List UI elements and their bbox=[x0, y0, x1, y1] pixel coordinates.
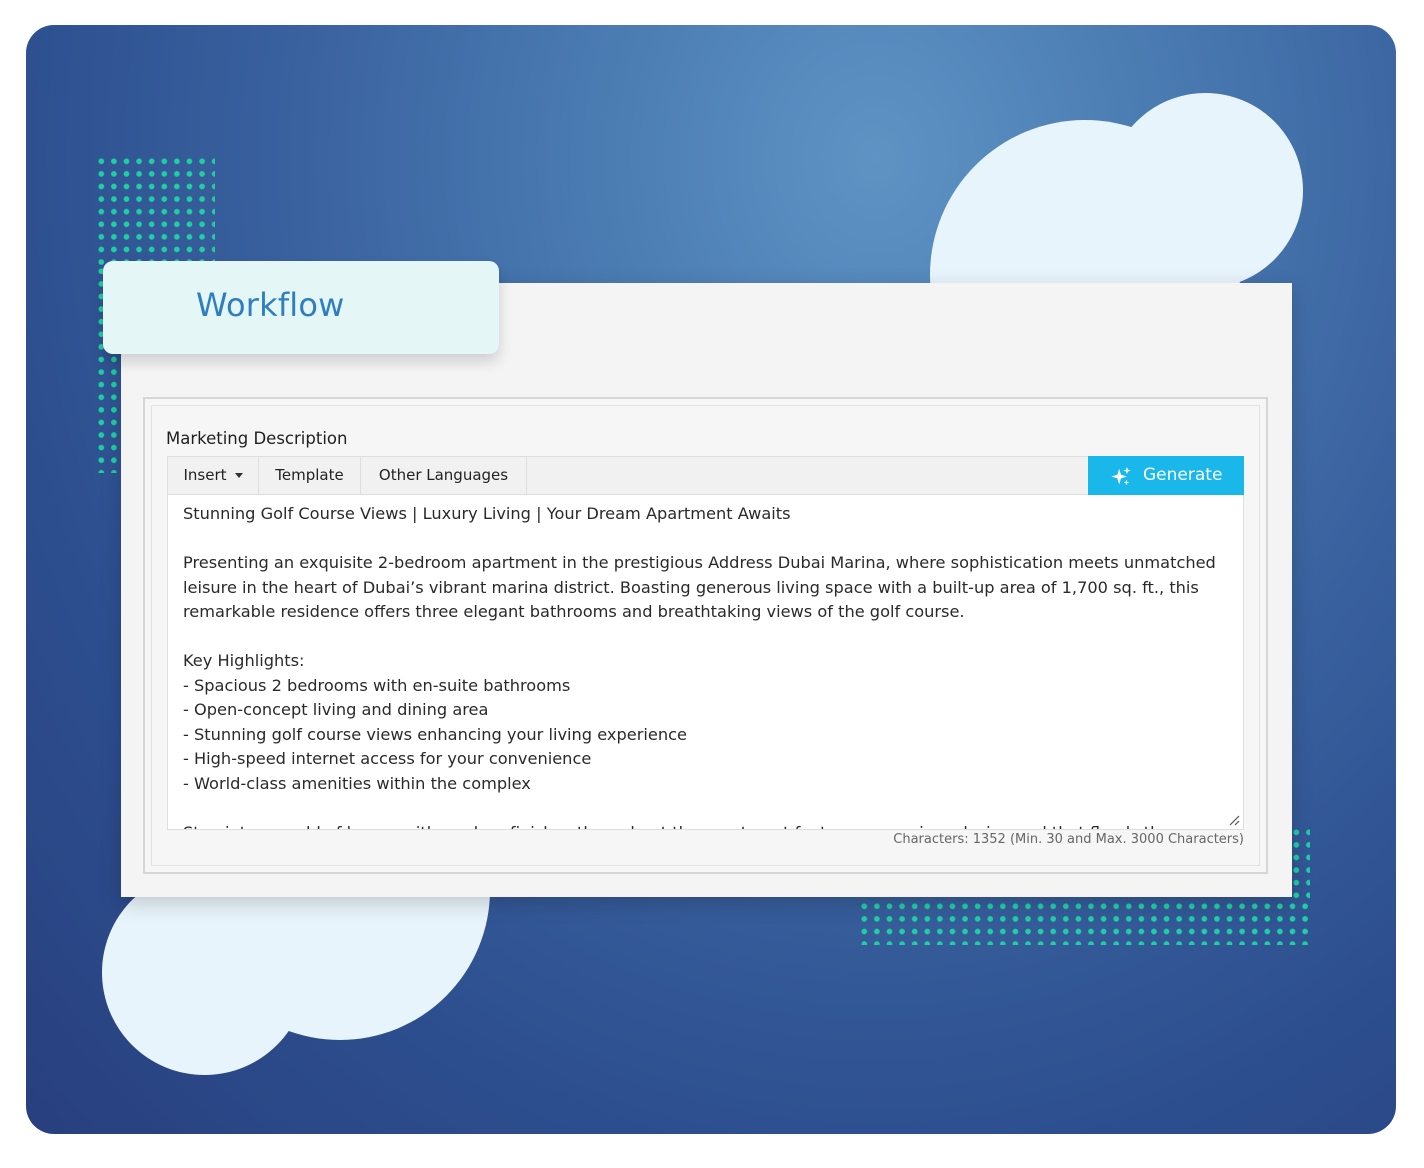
decorative-circle-bottom-left-small bbox=[102, 870, 307, 1075]
decorative-dot-grid-bottom-right bbox=[858, 900, 1310, 945]
resize-handle-icon[interactable] bbox=[1228, 814, 1240, 826]
sparkle-icon bbox=[1111, 466, 1131, 486]
template-button[interactable]: Template bbox=[259, 457, 361, 494]
workflow-tag: Workflow bbox=[103, 261, 499, 354]
marketing-description-label: Marketing Description bbox=[166, 429, 348, 448]
caret-down-icon bbox=[234, 473, 243, 478]
workflow-title: Workflow bbox=[196, 286, 345, 324]
editor-toolbar: Insert Template Other Languages bbox=[167, 456, 1244, 495]
decorative-circle-top-right-small bbox=[1108, 93, 1303, 288]
insert-label: Insert bbox=[183, 466, 227, 484]
description-text: Stunning Golf Course Views | Luxury Livi… bbox=[183, 504, 1216, 829]
decorative-dot-grid-right-column bbox=[1290, 826, 1310, 902]
other-languages-button[interactable]: Other Languages bbox=[361, 457, 527, 494]
generate-button[interactable]: Generate bbox=[1088, 456, 1244, 495]
generate-label: Generate bbox=[1143, 465, 1223, 485]
template-label: Template bbox=[275, 466, 344, 484]
character-count: Characters: 1352 (Min. 30 and Max. 3000 … bbox=[893, 832, 1244, 847]
decorative-dot-grid-left bbox=[95, 155, 215, 265]
description-textarea[interactable]: Stunning Golf Course Views | Luxury Livi… bbox=[167, 495, 1244, 830]
other-languages-label: Other Languages bbox=[378, 466, 509, 484]
insert-dropdown-button[interactable]: Insert bbox=[168, 457, 259, 494]
